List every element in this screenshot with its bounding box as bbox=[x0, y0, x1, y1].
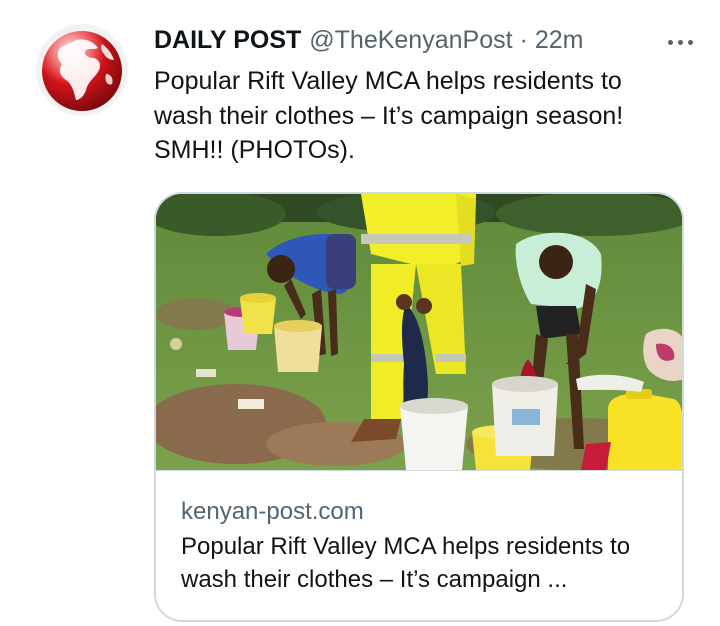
card-image[interactable] bbox=[156, 194, 682, 471]
author-name[interactable]: DAILY POST bbox=[154, 22, 301, 58]
more-dot-icon bbox=[677, 39, 683, 45]
tweet-header: DAILY POST @TheKenyanPost · 22m bbox=[154, 22, 690, 58]
author-handle[interactable]: @TheKenyanPost bbox=[309, 22, 512, 58]
card-domain[interactable]: kenyan-post.com bbox=[181, 498, 364, 526]
globe-logo-icon bbox=[36, 24, 128, 116]
card-title[interactable]: Popular Rift Valley MCA helps residents … bbox=[181, 530, 671, 596]
more-options-button[interactable] bbox=[660, 28, 700, 56]
avatar[interactable] bbox=[36, 24, 128, 116]
tweet-text: Popular Rift Valley MCA helps residents … bbox=[154, 67, 624, 164]
link-card[interactable]: kenyan-post.com Popular Rift Valley MCA … bbox=[154, 192, 684, 622]
separator-dot: · bbox=[519, 26, 528, 54]
more-dot-icon bbox=[667, 39, 673, 45]
timestamp[interactable]: 22m bbox=[535, 22, 584, 58]
tweet-container[interactable]: DAILY POST @TheKenyanPost · 22m Popular … bbox=[0, 0, 720, 626]
card-photo bbox=[156, 194, 682, 470]
more-dot-icon bbox=[687, 39, 693, 45]
